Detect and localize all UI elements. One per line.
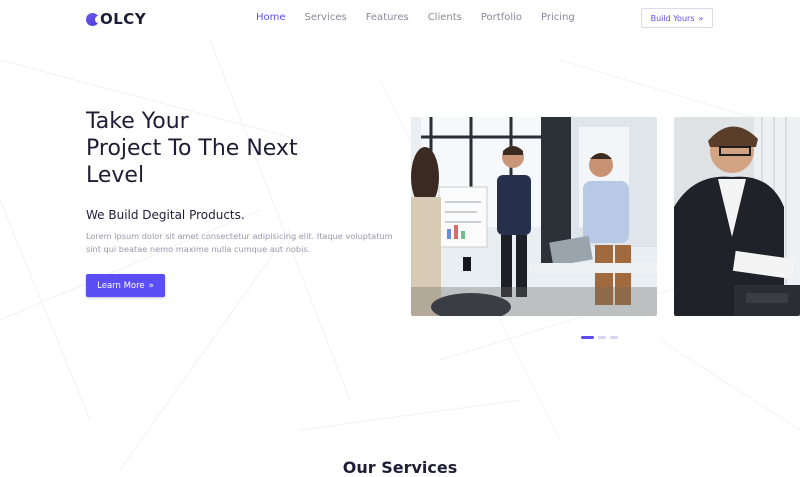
nav-item-clients[interactable]: Clients: [428, 11, 462, 25]
logo-text: OLCY: [100, 10, 147, 28]
businessman-at-desk-photo[interactable]: [674, 117, 800, 316]
nav-item-pricing[interactable]: Pricing: [541, 11, 575, 25]
slider-dots: [581, 336, 618, 339]
hero-title-line: Project To The Next: [86, 136, 298, 161]
site-header: OLCY Home Services Features Clients Port…: [0, 0, 800, 38]
nav-item-portfolio[interactable]: Portfolio: [481, 11, 522, 25]
hero-description: Lorem ipsum dolor sit amet consectetur a…: [86, 231, 393, 254]
hero-title-line: Take Your: [86, 109, 189, 134]
learn-more-button[interactable]: Learn More »: [86, 274, 165, 297]
hero-title-line: Level: [86, 163, 145, 188]
build-yours-button[interactable]: Build Yours »: [641, 8, 713, 28]
nav-item-services[interactable]: Services: [305, 11, 347, 25]
slider-dot-1[interactable]: [581, 336, 594, 339]
build-yours-label: Build Yours: [650, 13, 695, 23]
logo-circle-icon: [86, 12, 101, 26]
slider-dot-3[interactable]: [610, 336, 618, 339]
double-chevron-right-icon: »: [698, 13, 704, 23]
hero-subtitle: We Build Degital Products.: [86, 208, 245, 222]
section-title-services: Our Services: [342, 458, 458, 477]
brand-logo[interactable]: OLCY: [86, 10, 146, 28]
learn-more-label: Learn More: [97, 280, 145, 291]
slider-dot-2[interactable]: [598, 336, 606, 339]
hero-title: Take Your Project To The Next Level: [86, 108, 326, 189]
main-nav: Home Services Features Clients Portfolio…: [256, 11, 594, 25]
nav-item-home[interactable]: Home: [256, 11, 286, 25]
nav-item-features[interactable]: Features: [366, 11, 409, 25]
team-meeting-photo[interactable]: [411, 117, 657, 316]
double-chevron-right-icon: »: [148, 280, 154, 291]
